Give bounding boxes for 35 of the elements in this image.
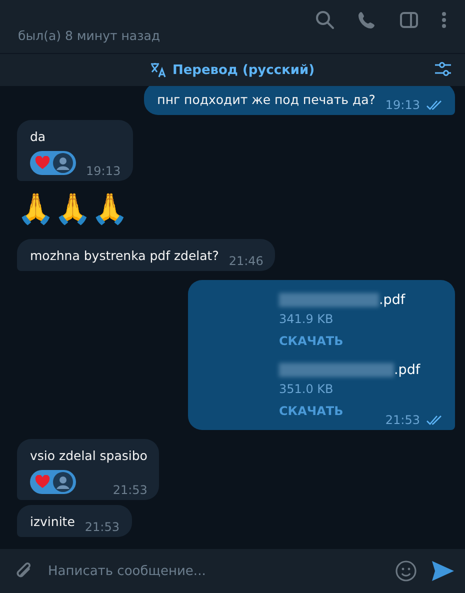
message-time: 21:53 (385, 413, 420, 427)
download-button[interactable]: СКАЧАТЬ (279, 400, 344, 422)
file-size: 341.9 KB (279, 312, 334, 326)
send-icon[interactable] (431, 560, 455, 582)
file-name: .pdf (394, 362, 420, 378)
reaction-pill[interactable] (30, 470, 76, 494)
message-time: 19:13 (86, 164, 121, 178)
phone-icon[interactable] (357, 10, 377, 30)
message-time: 21:46 (228, 254, 264, 268)
search-icon[interactable] (315, 10, 335, 30)
message-text: vsio zdelal spasibo (30, 447, 148, 465)
message-time: 21:53 (112, 483, 148, 497)
message-text: пнг подходит же под печать да? (157, 91, 376, 109)
last-seen-status: был(а) 8 минут назад (18, 28, 162, 43)
reaction-pill[interactable] (30, 151, 76, 175)
file-size: 351.0 KB (279, 382, 334, 396)
message-time: 21:53 (84, 520, 120, 534)
settings-icon[interactable] (434, 61, 452, 77)
emoji-message: 🙏🙏🙏 (17, 191, 128, 229)
sidebar-toggle-icon[interactable] (399, 10, 419, 30)
message-text: izvinite (30, 513, 75, 531)
heart-icon (35, 475, 50, 489)
message-time: 19:13 (385, 98, 420, 112)
file-name: .pdf (379, 292, 406, 308)
translate-icon (150, 62, 168, 78)
download-button[interactable]: СКАЧАТЬ (279, 330, 344, 352)
user-avatar (53, 472, 73, 492)
message-input[interactable]: Написать сообщение... (48, 556, 381, 586)
emoji-icon[interactable] (395, 560, 417, 582)
message-text: da (30, 128, 47, 146)
message-text: mozhna bystrenka pdf zdelat? (30, 247, 219, 265)
user-avatar (53, 153, 73, 173)
heart-icon (35, 156, 50, 170)
message-composer[interactable]: Написать сообщение... (0, 549, 465, 593)
more-icon[interactable] (441, 10, 447, 30)
